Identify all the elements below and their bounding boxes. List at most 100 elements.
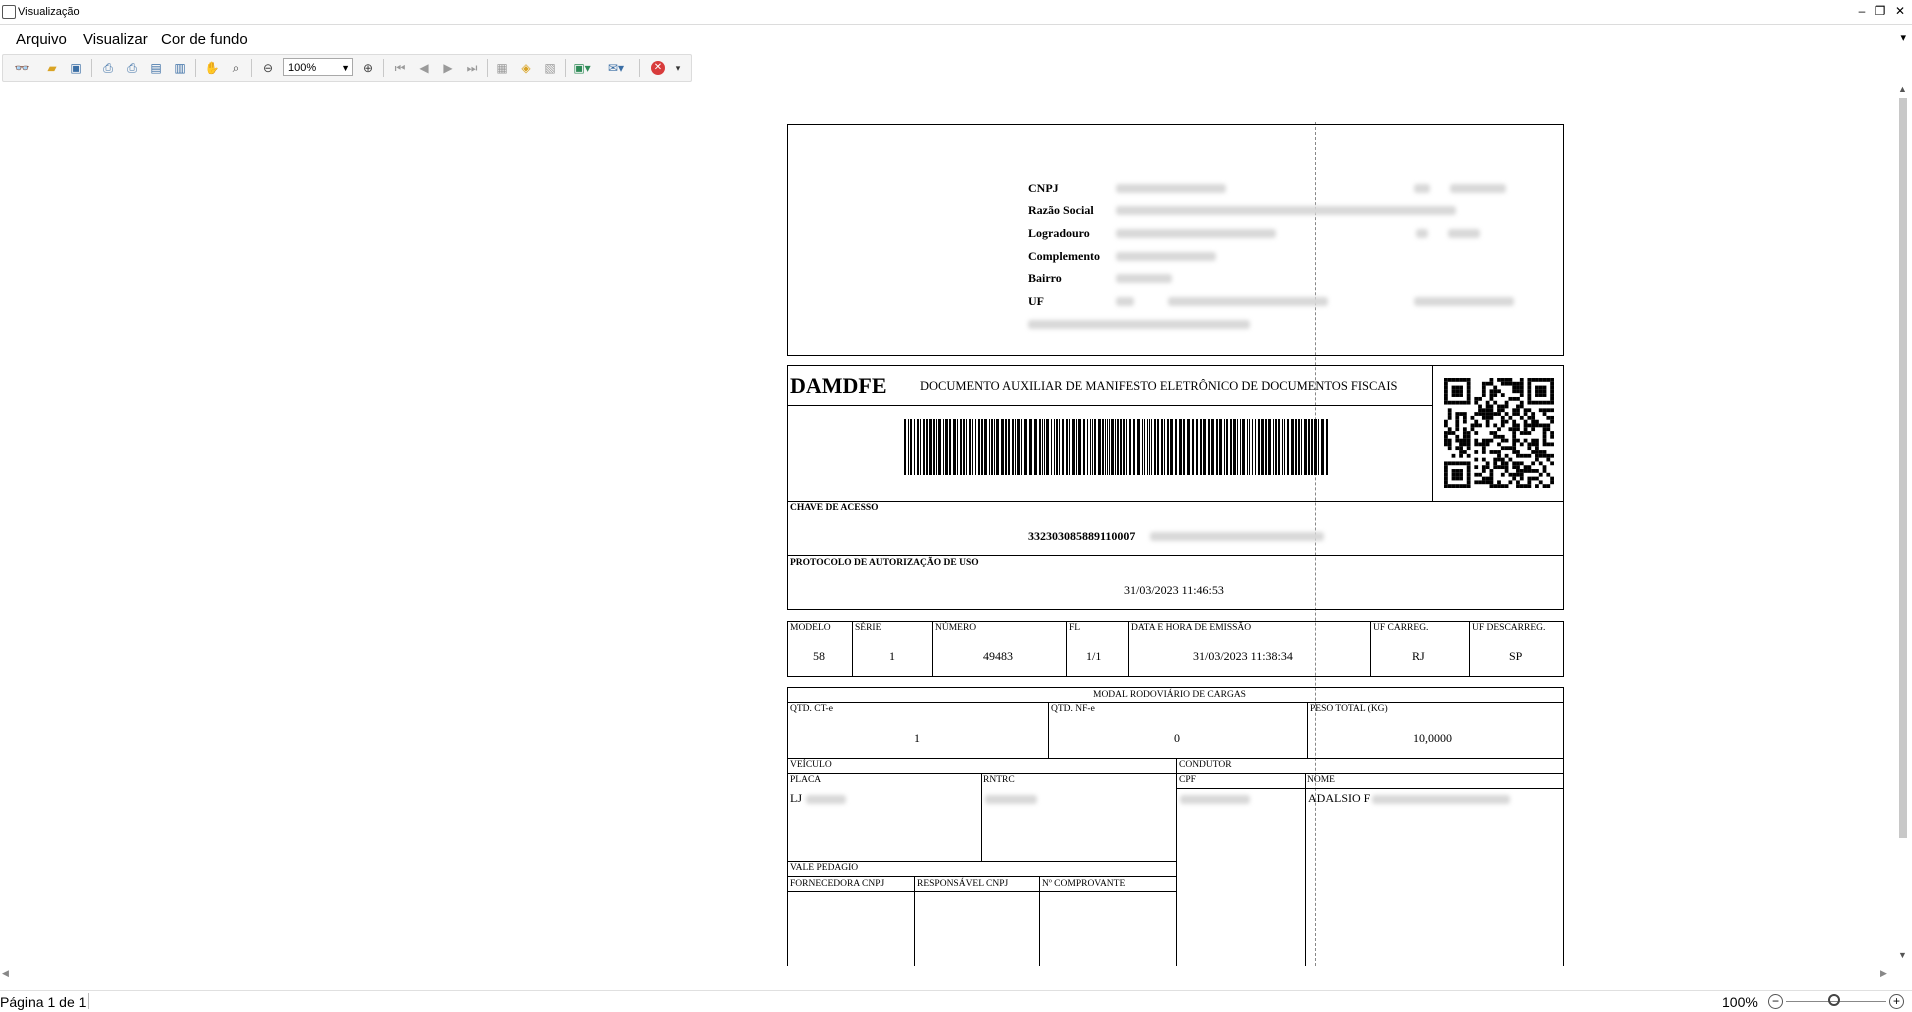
title-bar: Visualização – ❐ ✕ bbox=[0, 0, 1912, 25]
qr-divider bbox=[1432, 365, 1433, 501]
vale-subheader-divider bbox=[787, 891, 1176, 892]
menu-bar: Arquivo Visualizar Cor de fundo ▾ bbox=[0, 28, 1912, 50]
redacted-complemento bbox=[1116, 252, 1216, 261]
minimize-button[interactable]: – bbox=[1854, 4, 1870, 18]
vale-header-divider bbox=[787, 876, 1176, 877]
toolbar-overflow-chevron-icon[interactable]: ▾ bbox=[669, 59, 687, 77]
menu-visualizar[interactable]: Visualizar bbox=[83, 31, 148, 48]
next-page-icon[interactable]: ▶ bbox=[439, 59, 457, 77]
redacted-logradouro bbox=[1116, 229, 1276, 238]
emissao-label: DATA E HORA DE EMISSÃO bbox=[1131, 623, 1252, 633]
toolbar-separator bbox=[639, 59, 640, 77]
scroll-down-icon[interactable]: ▼ bbox=[1898, 950, 1907, 960]
zoom-out-icon[interactable]: ⊖ bbox=[259, 59, 277, 77]
edit-page-icon[interactable]: ▧ bbox=[541, 59, 559, 77]
placa-value: LJ bbox=[790, 791, 802, 805]
zoom-select-value: 100% bbox=[288, 62, 317, 74]
zoom-in-button[interactable]: + bbox=[1889, 994, 1904, 1009]
last-page-icon[interactable]: ⏭ bbox=[463, 59, 481, 77]
email-icon[interactable]: ✉▾ bbox=[607, 59, 625, 77]
condutor-label: CONDUTOR bbox=[1179, 760, 1232, 770]
export-dropdown-icon[interactable]: ▣▾ bbox=[573, 59, 591, 77]
binoculars-icon[interactable]: 👓 bbox=[13, 59, 31, 77]
status-separator bbox=[88, 993, 89, 1009]
razao-social-label: Razão Social bbox=[1028, 203, 1094, 217]
protocolo-label: PROTOCOLO DE AUTORIZAÇÃO DE USO bbox=[790, 558, 979, 568]
redacted-rntrc bbox=[985, 795, 1037, 804]
scroll-right-icon[interactable]: ▶ bbox=[1880, 968, 1887, 979]
vale-col-divider bbox=[1039, 876, 1040, 967]
toolbar-separator bbox=[565, 59, 566, 77]
header-divider bbox=[787, 405, 1432, 406]
modal-title: MODAL RODOVIÁRIO DE CARGAS bbox=[1093, 690, 1246, 700]
logradouro-label: Logradouro bbox=[1028, 226, 1090, 240]
protocolo-value: 31/03/2023 11:46:53 bbox=[1124, 583, 1224, 597]
condutor-header-divider bbox=[1176, 788, 1564, 789]
open-folder-icon[interactable]: ▰ bbox=[43, 59, 61, 77]
print-icon[interactable]: ⎙ bbox=[123, 59, 141, 77]
print-preview-icon[interactable]: ▤ bbox=[147, 59, 165, 77]
serie-value: 1 bbox=[889, 649, 895, 663]
close-preview-icon[interactable]: ✕ bbox=[651, 61, 665, 75]
redacted-ie bbox=[1450, 184, 1506, 193]
first-page-icon[interactable]: ⏮ bbox=[391, 59, 409, 77]
comprovante-label: Nº COMPROVANTE bbox=[1042, 879, 1126, 889]
horizontal-scrollbar[interactable]: ◀ ▶ bbox=[0, 966, 1894, 982]
redacted-cpf bbox=[1180, 795, 1250, 804]
restore-button[interactable]: ❐ bbox=[1872, 4, 1888, 18]
qtd-nfe-label: QTD. NF-e bbox=[1051, 704, 1095, 714]
page-setup-icon[interactable]: ▦ bbox=[493, 59, 511, 77]
export-icon[interactable]: ▥ bbox=[171, 59, 189, 77]
menu-cor-de-fundo[interactable]: Cor de fundo bbox=[161, 31, 248, 48]
zoom-select[interactable]: 100% ▼ bbox=[283, 58, 353, 76]
scroll-up-icon[interactable]: ▲ bbox=[1898, 84, 1907, 94]
info-col-divider bbox=[1469, 621, 1470, 677]
qtd-divider bbox=[1307, 702, 1308, 758]
redacted-bairro bbox=[1116, 274, 1172, 283]
qtd-cte-value: 1 bbox=[914, 731, 920, 745]
redacted-placa bbox=[806, 795, 846, 804]
scroll-left-icon[interactable]: ◀ bbox=[2, 968, 9, 979]
info-col-divider bbox=[1370, 621, 1371, 677]
fl-label: FL bbox=[1069, 623, 1081, 633]
chave-divider bbox=[787, 555, 1564, 556]
toolbar: 👓 ▰ ▣ ⎙ ⎙ ▤ ▥ ✋ ⌕ ⊖ 100% ▼ ⊕ ⏮ ◀ ▶ ⏭ ▦ ◈… bbox=[2, 54, 692, 82]
redacted-cnpj bbox=[1116, 184, 1226, 193]
modal-title-divider bbox=[787, 702, 1564, 703]
toolbar-separator bbox=[91, 59, 92, 77]
vertical-scrollbar[interactable]: ▲ ▼ bbox=[1894, 80, 1912, 964]
cpf-nome-divider bbox=[1305, 773, 1306, 967]
qr-code-image bbox=[1444, 378, 1554, 488]
prev-page-icon[interactable]: ◀ bbox=[415, 59, 433, 77]
redacted-uf bbox=[1116, 297, 1134, 306]
chevron-down-icon: ▼ bbox=[341, 63, 350, 73]
damdfe-subtitle: DOCUMENTO AUXILIAR DE MANIFESTO ELETRÔNI… bbox=[920, 379, 1398, 393]
placa-label: PLACA bbox=[790, 775, 822, 785]
zoom-in-icon[interactable]: ⊕ bbox=[359, 59, 377, 77]
redacted-email bbox=[1028, 320, 1250, 329]
print-setup-icon[interactable]: ⎙ bbox=[99, 59, 117, 77]
redacted-chave-suffix bbox=[1150, 532, 1324, 541]
chave-label: CHAVE DE ACESSO bbox=[790, 503, 879, 513]
veiculo-label: VEÍCULO bbox=[790, 760, 832, 770]
vertical-scroll-thumb[interactable] bbox=[1899, 98, 1907, 838]
modelo-label: MODELO bbox=[790, 623, 831, 633]
watermark-icon[interactable]: ◈ bbox=[517, 59, 535, 77]
hand-tool-icon[interactable]: ✋ bbox=[203, 59, 221, 77]
complemento-label: Complemento bbox=[1028, 249, 1100, 263]
info-col-divider bbox=[852, 621, 853, 677]
menu-arquivo[interactable]: Arquivo bbox=[16, 31, 67, 48]
status-bar: Página 1 de 1 100% − + bbox=[0, 990, 1912, 1012]
window-title: Visualização bbox=[18, 6, 80, 18]
toolbar-separator bbox=[487, 59, 488, 77]
damdfe-title: DAMDFE bbox=[790, 373, 887, 398]
zoom-out-button[interactable]: − bbox=[1768, 994, 1783, 1009]
redacted-numero bbox=[1448, 229, 1480, 238]
zoom-slider-thumb[interactable] bbox=[1828, 994, 1840, 1006]
close-button[interactable]: ✕ bbox=[1892, 4, 1908, 18]
menu-overflow-chevron-icon[interactable]: ▾ bbox=[1900, 31, 1906, 44]
qtd-divider bbox=[1048, 702, 1049, 758]
save-icon[interactable]: ▣ bbox=[67, 59, 85, 77]
zoom-magnifier-icon[interactable]: ⌕ bbox=[227, 59, 245, 77]
status-zoom-value: 100% bbox=[1722, 994, 1758, 1010]
